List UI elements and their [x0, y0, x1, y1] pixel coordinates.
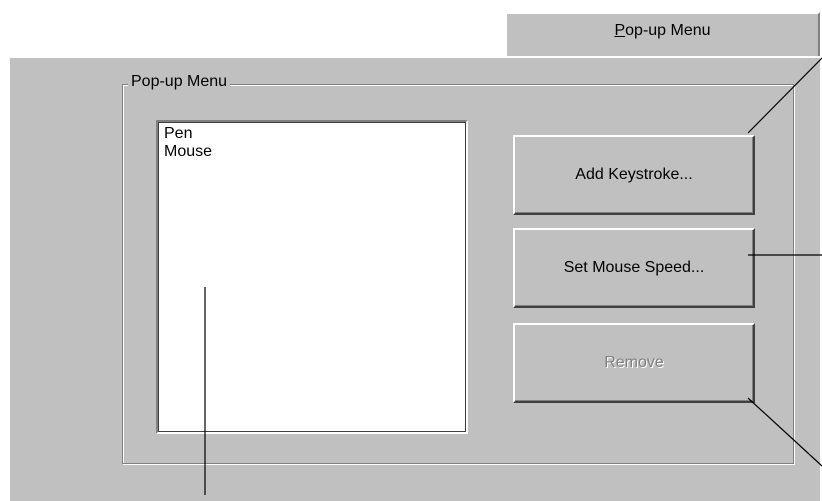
add-keystroke-button[interactable]: Add Keystroke... — [513, 135, 755, 215]
tab-mnemonic: P — [614, 22, 626, 39]
popup-menu-listbox[interactable]: Pen Mouse — [156, 120, 468, 434]
tab-popup-menu-label: Pop-up Menu — [507, 22, 818, 40]
tab-popup-menu[interactable]: Pop-up Menu — [505, 12, 820, 58]
list-item-pen[interactable]: Pen — [158, 125, 466, 143]
set-mouse-speed-button[interactable]: Set Mouse Speed... — [513, 228, 755, 308]
tab-label-rest: op-up Menu — [625, 22, 711, 39]
remove-button[interactable]: Remove — [513, 323, 755, 403]
tab-panel: Pop-up Menu Pen Mouse Add Keystroke... S… — [8, 56, 820, 501]
list-item-mouse[interactable]: Mouse — [158, 143, 466, 161]
group-label: Pop-up Menu — [128, 73, 231, 91]
